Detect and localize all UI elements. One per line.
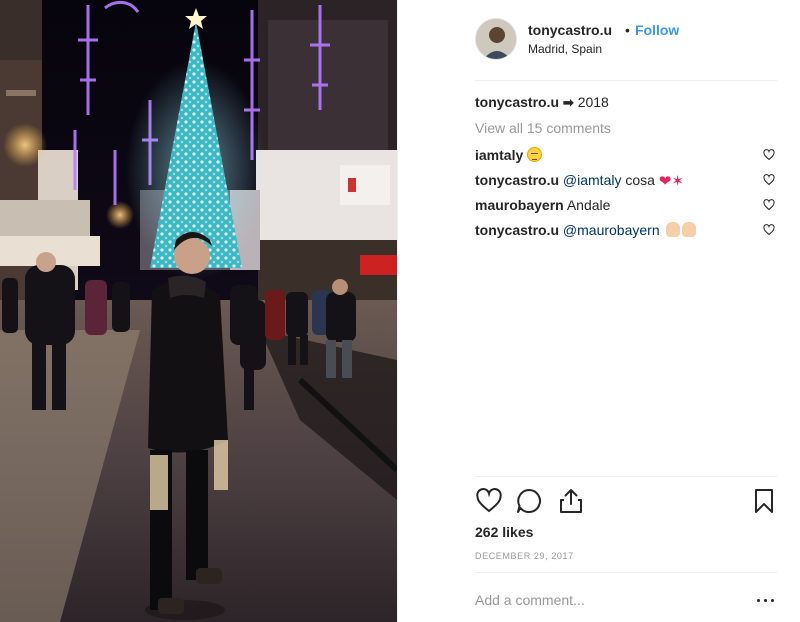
avatar-image	[476, 19, 516, 59]
caption-username[interactable]: tonycastro.u	[475, 94, 559, 110]
comment-item: maurobayern Andale	[475, 196, 777, 221]
speech-bubble-icon[interactable]	[515, 487, 543, 515]
divider	[475, 572, 777, 573]
post-details-panel: tonycastro.u • Follow Madrid, Spain tony…	[397, 0, 800, 622]
red-heart-emoji: ❤	[658, 173, 672, 190]
comment-like-heart-icon[interactable]	[763, 149, 775, 161]
follow-button[interactable]: Follow	[635, 22, 679, 38]
bookmark-icon[interactable]	[750, 487, 778, 515]
comment-username[interactable]: maurobayern	[475, 197, 564, 213]
comment-item: tonycastro.u @iamtaly cosa ❤✶	[475, 171, 777, 196]
location-link[interactable]: Madrid, Spain	[528, 42, 602, 56]
street-christmas-photo	[0, 0, 397, 622]
comment-username[interactable]: tonycastro.u	[475, 172, 559, 188]
add-comment-input[interactable]	[475, 590, 745, 610]
likes-count[interactable]: 262 likes	[475, 524, 533, 540]
comment-text: Andale	[566, 197, 611, 213]
instagram-post: tonycastro.u • Follow Madrid, Spain tony…	[0, 0, 800, 622]
comment-text: cosa	[625, 172, 655, 188]
ellipsis-icon[interactable]	[756, 591, 776, 609]
comments-section: tonycastro.u ➡ 2018 View all 15 comments…	[475, 93, 777, 246]
comment-item: tonycastro.u @maurobayern	[475, 221, 777, 246]
caption-text: 2018	[577, 94, 609, 110]
comment-like-heart-icon[interactable]	[763, 224, 775, 236]
heart-icon[interactable]	[475, 487, 503, 515]
clapping-hands-emoji	[665, 222, 680, 237]
header-username[interactable]: tonycastro.u	[528, 22, 612, 38]
post-photo[interactable]	[0, 0, 397, 622]
view-all-comments-link[interactable]: View all 15 comments	[475, 120, 777, 136]
separator-dot: •	[625, 22, 630, 38]
comment-like-heart-icon[interactable]	[763, 199, 775, 211]
divider	[475, 476, 777, 477]
post-header: tonycastro.u • Follow Madrid, Spain	[398, 0, 800, 80]
post-actions-bar	[475, 487, 777, 517]
soon-arrow-emoji: ➡	[562, 95, 574, 110]
post-caption: tonycastro.u ➡ 2018	[475, 93, 777, 112]
clapping-hands-emoji	[681, 222, 696, 237]
avatar[interactable]	[475, 18, 517, 60]
divider	[475, 80, 777, 81]
comment-username[interactable]: tonycastro.u	[475, 222, 559, 238]
lobster-emoji: ✶	[671, 173, 684, 190]
comment-mention[interactable]: @iamtaly	[563, 172, 622, 188]
comment-item: iamtaly	[475, 146, 777, 171]
comment-mention[interactable]: @maurobayern	[563, 222, 660, 238]
post-date[interactable]: DECEMBER 29, 2017	[475, 551, 574, 561]
share-icon[interactable]	[557, 487, 585, 515]
comment-like-heart-icon[interactable]	[763, 174, 775, 186]
comment-username[interactable]: iamtaly	[475, 147, 523, 163]
smiling-face-emoji	[527, 147, 543, 162]
